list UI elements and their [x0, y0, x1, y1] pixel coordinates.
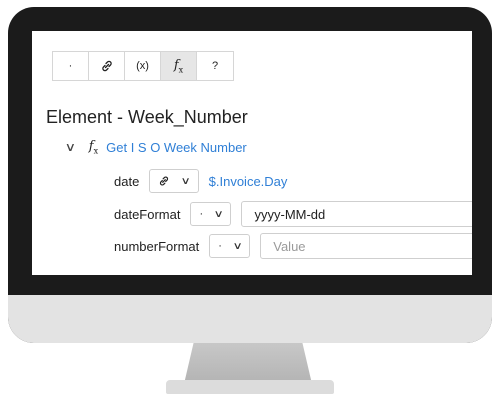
monitor-frame: · (x) fx ? Element - Week_Number ∨ fx Ge…	[8, 7, 492, 343]
param-row-numberformat: numberFormat · ∨ Value	[114, 233, 472, 259]
element-title: Element - Week_Number	[46, 107, 248, 127]
param-label: numberFormat	[114, 238, 200, 254]
param-type-select[interactable]: · ∨	[190, 202, 232, 226]
param-value-input[interactable]: yyyy-MM-dd	[241, 201, 472, 227]
dot-icon[interactable]: ·	[53, 52, 89, 80]
chevron-down-icon: ∨	[232, 240, 243, 252]
chevron-down-icon: ∨	[213, 208, 224, 220]
function-row[interactable]: ∨ fx Get I S O Week Number	[65, 139, 247, 156]
param-label: date	[114, 173, 140, 189]
help-icon[interactable]: ?	[197, 52, 233, 80]
monitor-chin	[8, 295, 492, 343]
param-placeholder: Value	[273, 238, 306, 254]
dot-icon: ·	[199, 208, 204, 220]
variable-icon[interactable]: (x)	[125, 52, 161, 80]
param-value-link[interactable]: $.Invoice.Day	[209, 174, 288, 189]
chevron-down-icon: ∨	[180, 175, 192, 187]
param-row-date: date ∨ $.Invoice.Day	[114, 169, 287, 193]
param-label: dateFormat	[114, 206, 181, 222]
mapping-type-toolbar: · (x) fx ?	[52, 51, 234, 81]
param-value-input[interactable]: Value	[260, 233, 472, 259]
dot-icon: ·	[218, 240, 222, 252]
link-icon[interactable]	[89, 52, 125, 80]
monitor-stand-neck	[184, 340, 312, 384]
function-icon: fx	[88, 139, 99, 156]
param-type-select[interactable]: · ∨	[209, 234, 251, 258]
link-icon	[160, 176, 169, 186]
function-icon[interactable]: fx	[161, 52, 197, 80]
chevron-down-icon[interactable]: ∨	[65, 140, 76, 154]
param-row-dateformat: dateFormat · ∨ yyyy-MM-dd	[114, 201, 472, 227]
monitor-stand-base	[166, 380, 334, 394]
monitor-screen: · (x) fx ? Element - Week_Number ∨ fx Ge…	[32, 31, 472, 275]
param-value-text: yyyy-MM-dd	[254, 206, 326, 222]
function-name[interactable]: Get I S O Week Number	[106, 140, 247, 155]
param-type-select[interactable]: ∨	[149, 169, 199, 193]
